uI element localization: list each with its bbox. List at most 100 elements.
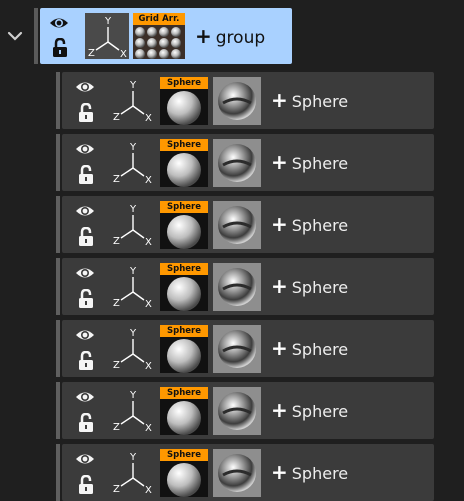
eye-icon[interactable] bbox=[75, 327, 95, 347]
axis-x-label: X bbox=[145, 299, 152, 309]
material-thumbnail[interactable] bbox=[213, 77, 261, 125]
child-label[interactable]: + Sphere bbox=[271, 400, 348, 422]
eye-icon[interactable] bbox=[75, 389, 95, 409]
plus-icon[interactable]: + bbox=[271, 460, 288, 484]
axis-y-label: Y bbox=[129, 142, 137, 153]
axes-icon: Y Z X bbox=[110, 387, 154, 434]
plus-icon[interactable]: + bbox=[271, 398, 288, 422]
child-indent-bar bbox=[56, 258, 60, 315]
sphere-thumbnail[interactable]: Sphere bbox=[160, 77, 208, 125]
axis-z-label: Z bbox=[113, 174, 120, 185]
sphere-badge: Sphere bbox=[160, 263, 208, 275]
group-label[interactable]: + group bbox=[195, 26, 265, 48]
child-label[interactable]: + Sphere bbox=[271, 90, 348, 112]
tree-row-child[interactable]: Y Z X Sphere + Sphere bbox=[56, 444, 440, 501]
eye-icon[interactable] bbox=[75, 141, 95, 161]
child-node-card[interactable]: Y Z X Sphere + Sphere bbox=[62, 444, 434, 501]
child-name: Sphere bbox=[291, 402, 349, 421]
material-thumbnail[interactable] bbox=[213, 325, 261, 373]
plus-icon[interactable]: + bbox=[271, 88, 288, 112]
tree-row-child[interactable]: Y Z X Sphere + Sphere bbox=[56, 196, 440, 253]
plus-icon[interactable]: + bbox=[271, 212, 288, 236]
sphere-thumbnail[interactable]: Sphere bbox=[160, 449, 208, 497]
axis-z-label: Z bbox=[113, 422, 120, 433]
material-thumbnail[interactable] bbox=[213, 201, 261, 249]
child-name: Sphere bbox=[291, 154, 349, 173]
axis-y-label: Y bbox=[129, 452, 137, 463]
axis-y-label: Y bbox=[129, 390, 137, 401]
child-label[interactable]: + Sphere bbox=[271, 462, 348, 484]
plus-icon[interactable]: + bbox=[271, 274, 288, 298]
sphere-thumbnail[interactable]: Sphere bbox=[160, 325, 208, 373]
grid-array-thumbnail[interactable]: Grid Arr. bbox=[133, 13, 185, 59]
axis-x-label: X bbox=[145, 113, 152, 123]
child-label[interactable]: + Sphere bbox=[271, 338, 348, 360]
axes-icon: Y Z X bbox=[110, 77, 154, 124]
axes-icon: Y Z X bbox=[110, 139, 154, 186]
lock-icon[interactable] bbox=[77, 226, 95, 251]
eye-icon[interactable] bbox=[75, 203, 95, 223]
sphere-badge: Sphere bbox=[160, 387, 208, 399]
axis-y-label: Y bbox=[129, 328, 137, 339]
eye-icon[interactable] bbox=[75, 79, 95, 99]
child-node-card[interactable]: Y Z X Sphere + Sphere bbox=[62, 258, 434, 315]
tree-row-child[interactable]: Y Z X Sphere + Sphere bbox=[56, 320, 440, 377]
lock-icon[interactable] bbox=[51, 37, 69, 62]
tree-row-child[interactable]: Y Z X Sphere + Sphere bbox=[56, 72, 440, 129]
sphere-badge: Sphere bbox=[160, 449, 208, 461]
child-node-card[interactable]: Y Z X Sphere + Sphere bbox=[62, 72, 434, 129]
child-node-card[interactable]: Y Z X Sphere + Sphere bbox=[62, 134, 434, 191]
axes-icon: Y Z X bbox=[110, 263, 154, 310]
child-indent-bar bbox=[56, 134, 60, 191]
lock-icon[interactable] bbox=[77, 350, 95, 375]
child-name: Sphere bbox=[291, 216, 349, 235]
axis-z-label: Z bbox=[113, 236, 120, 247]
child-indent-bar bbox=[56, 444, 60, 501]
sphere-preview bbox=[167, 91, 201, 125]
eye-icon[interactable] bbox=[75, 265, 95, 285]
sphere-badge: Sphere bbox=[160, 201, 208, 213]
plus-icon[interactable]: + bbox=[271, 336, 288, 360]
child-label[interactable]: + Sphere bbox=[271, 276, 348, 298]
lock-icon[interactable] bbox=[77, 164, 95, 189]
sphere-badge: Sphere bbox=[160, 139, 208, 151]
sphere-preview bbox=[167, 277, 201, 311]
child-node-card[interactable]: Y Z X Sphere + Sphere bbox=[62, 382, 434, 439]
child-node-card[interactable]: Y Z X Sphere + Sphere bbox=[62, 196, 434, 253]
lock-icon[interactable] bbox=[77, 412, 95, 437]
chevron-down-icon[interactable] bbox=[6, 28, 24, 42]
child-name: Sphere bbox=[291, 278, 349, 297]
tree-row-child[interactable]: Y Z X Sphere + Sphere bbox=[56, 382, 440, 439]
child-label[interactable]: + Sphere bbox=[271, 152, 348, 174]
child-name: Sphere bbox=[291, 340, 349, 359]
plus-icon[interactable]: + bbox=[195, 24, 212, 48]
child-label[interactable]: + Sphere bbox=[271, 214, 348, 236]
material-thumbnail[interactable] bbox=[213, 263, 261, 311]
lock-icon[interactable] bbox=[77, 474, 95, 499]
tree-row-child[interactable]: Y Z X Sphere + Sphere bbox=[56, 134, 440, 191]
material-thumbnail[interactable] bbox=[213, 387, 261, 435]
tree-row-child[interactable]: Y Z X Sphere + Sphere bbox=[56, 258, 440, 315]
sphere-preview bbox=[167, 463, 201, 497]
child-node-card[interactable]: Y Z X Sphere + Sphere bbox=[62, 320, 434, 377]
sphere-thumbnail[interactable]: Sphere bbox=[160, 387, 208, 435]
axis-x-label: X bbox=[145, 423, 152, 433]
sphere-preview bbox=[167, 153, 201, 187]
eye-icon[interactable] bbox=[49, 15, 69, 35]
sphere-thumbnail[interactable]: Sphere bbox=[160, 201, 208, 249]
sphere-thumbnail[interactable]: Sphere bbox=[160, 263, 208, 311]
axis-x-label: X bbox=[145, 175, 152, 185]
group-node-card[interactable]: Y Z X Grid Arr. + group bbox=[40, 8, 292, 64]
axis-x-label: X bbox=[145, 485, 152, 495]
sphere-thumbnail[interactable]: Sphere bbox=[160, 139, 208, 187]
lock-icon[interactable] bbox=[77, 288, 95, 313]
material-thumbnail[interactable] bbox=[213, 139, 261, 187]
axes-icon: Y Z X bbox=[110, 449, 154, 496]
plus-icon[interactable]: + bbox=[271, 150, 288, 174]
material-thumbnail[interactable] bbox=[213, 449, 261, 497]
eye-icon[interactable] bbox=[75, 451, 95, 471]
axis-y-label: Y bbox=[129, 204, 137, 215]
sphere-preview bbox=[167, 215, 201, 249]
lock-icon[interactable] bbox=[77, 102, 95, 127]
tree-row-group[interactable]: Y Z X Grid Arr. + group bbox=[0, 4, 464, 66]
